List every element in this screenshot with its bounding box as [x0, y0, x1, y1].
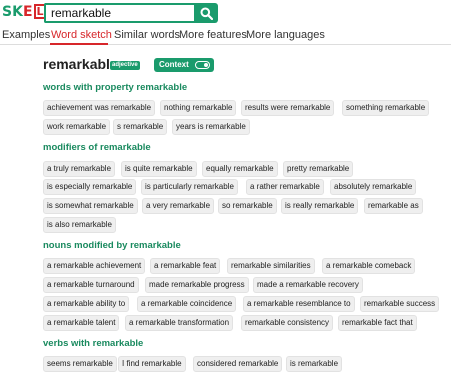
collocation-chip[interactable]: a remarkable comeback	[322, 258, 416, 274]
collocation-chip[interactable]: considered remarkable	[193, 356, 283, 372]
collocation-chip[interactable]: a remarkable resemblance to	[243, 296, 355, 312]
section-title-nouns-modified: nouns modified by remarkable	[43, 240, 181, 251]
search-button[interactable]	[194, 3, 218, 23]
collocation-chip[interactable]: a remarkable transformation	[125, 315, 234, 331]
collocation-chip[interactable]: remarkable fact that	[338, 315, 417, 331]
collocation-chip[interactable]: remarkable consistency	[241, 315, 334, 331]
collocation-chip[interactable]: is also remarkable	[43, 217, 116, 233]
collocation-chip[interactable]: is especially remarkable	[43, 179, 137, 195]
section-title-words-with-property: words with property remarkable	[43, 82, 188, 93]
pos-badge: adjective	[110, 61, 140, 70]
collocation-chip[interactable]: results were remarkable	[241, 100, 335, 116]
collocation-chip[interactable]: a remarkable turnaround	[43, 277, 139, 293]
collocation-chip[interactable]: made a remarkable recovery	[253, 277, 363, 293]
collocation-chip[interactable]: seems remarkable	[43, 356, 117, 372]
tab-similar-words[interactable]: Similar words	[114, 29, 180, 42]
section-title-modifiers: modifiers of remarkable	[43, 142, 151, 153]
headword: remarkable	[43, 56, 118, 72]
collocation-chip[interactable]: a remarkable achievement	[43, 258, 146, 274]
tab-more-features[interactable]: More features	[179, 29, 247, 42]
collocation-chip[interactable]: is remarkable	[286, 356, 343, 372]
main-nav: Examples Word sketch Similar words More …	[0, 26, 451, 45]
collocation-chip[interactable]: I find remarkable	[118, 356, 186, 372]
context-toggle-button[interactable]: Context	[154, 58, 214, 72]
collocation-chip[interactable]: is particularly remarkable	[141, 179, 238, 195]
tab-word-sketch[interactable]: Word sketch	[51, 29, 112, 42]
collocation-chip[interactable]: years is remarkable	[172, 119, 250, 135]
top-bar: SKELL	[0, 0, 451, 26]
collocation-chip[interactable]: made remarkable progress	[145, 277, 249, 293]
collocation-chip[interactable]: so remarkable	[218, 198, 277, 214]
active-tab-underline	[50, 43, 108, 45]
collocation-chip[interactable]: remarkable success	[360, 296, 440, 312]
collocation-chip[interactable]: remarkable as	[364, 198, 423, 214]
tab-more-languages[interactable]: More languages	[246, 29, 325, 42]
collocation-chip[interactable]: a remarkable ability to	[43, 296, 130, 312]
toggle-knob	[204, 63, 208, 67]
section-title-verbs-with: verbs with remarkable	[43, 338, 144, 349]
collocation-chip[interactable]: s remarkable	[113, 119, 168, 135]
collocation-chip[interactable]: is quite remarkable	[121, 161, 197, 177]
toggle-switch-icon	[195, 61, 210, 69]
collocation-chip[interactable]: remarkable similarities	[227, 258, 315, 274]
collocation-chip[interactable]: pretty remarkable	[283, 161, 354, 177]
collocation-chip[interactable]: nothing remarkable	[160, 100, 237, 116]
collocation-chip[interactable]: work remarkable	[43, 119, 111, 135]
logo-part-2: E	[22, 4, 33, 20]
logo-part-1: SK	[2, 4, 23, 20]
collocation-chip[interactable]: a truly remarkable	[43, 161, 116, 177]
collocation-chip[interactable]: a very remarkable	[142, 198, 215, 214]
collocation-chip[interactable]: a rather remarkable	[246, 179, 324, 195]
collocation-chip[interactable]: is somewhat remarkable	[43, 198, 138, 214]
context-label: Context	[159, 60, 189, 69]
collocation-chip[interactable]: a remarkable coincidence	[137, 296, 237, 312]
search-icon	[200, 7, 213, 20]
search-input[interactable]	[44, 3, 194, 23]
tab-examples[interactable]: Examples	[2, 29, 50, 42]
collocation-chip[interactable]: achievement was remarkable	[43, 100, 156, 116]
collocation-chip[interactable]: equally remarkable	[202, 161, 278, 177]
collocation-chip[interactable]: something remarkable	[342, 100, 430, 116]
collocation-chip[interactable]: a remarkable feat	[150, 258, 221, 274]
collocation-chip[interactable]: a remarkable talent	[43, 315, 120, 331]
collocation-chip[interactable]: is really remarkable	[281, 198, 359, 214]
collocation-chip[interactable]: absolutely remarkable	[330, 179, 417, 195]
